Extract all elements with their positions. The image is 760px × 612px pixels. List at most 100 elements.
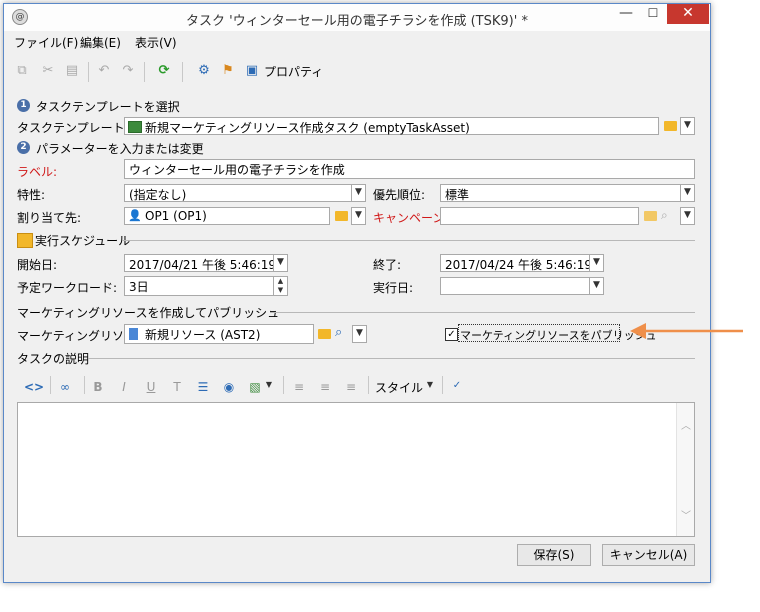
section-2-title: パラメーターを入力または変更 — [36, 142, 204, 156]
step-2-badge: 2 — [17, 141, 30, 154]
nature-value: (指定なし) — [129, 188, 187, 202]
end-date-field[interactable]: 2017/04/24 午後 5:46:19 — [440, 254, 593, 272]
nature-label: 特性: — [17, 188, 46, 202]
campaign-label: キャンペーン: — [373, 211, 449, 225]
cut-icon[interactable]: ✂ — [40, 63, 56, 79]
refresh-icon[interactable]: ⟳ — [156, 63, 172, 79]
resource-value: 新規リソース (AST2) — [145, 328, 261, 342]
schedule-divider — [122, 240, 695, 241]
section-1-title: タスクテンプレートを選択 — [36, 100, 180, 114]
title-bar: @ タスク 'ウィンターセール用の電子チラシを作成 (TSK9)' * — ☐ … — [4, 4, 710, 31]
save-button[interactable]: 保存(S) — [517, 544, 591, 566]
priority-select[interactable]: 標準 — [440, 184, 695, 202]
redo-icon[interactable]: ↷ — [120, 63, 136, 79]
minimize-button[interactable]: — — [613, 4, 639, 24]
toolbar-separator — [144, 62, 145, 82]
publish-checkbox[interactable]: ✓ — [445, 328, 458, 341]
folder-icon[interactable] — [664, 121, 677, 131]
campaign-field[interactable] — [440, 207, 639, 225]
label-field-label: ラベル: — [17, 165, 58, 179]
task-template-field[interactable]: 新規マーケティングリソース作成タスク (emptyTaskAsset) — [124, 117, 659, 135]
toolbar-separator — [182, 62, 183, 82]
assigned-label: 割り当て先: — [17, 211, 82, 225]
publish-section-title: マーケティングリソースを作成してパブリッシュ — [17, 306, 280, 320]
image-dropdown-icon[interactable]: ▼ — [262, 380, 276, 389]
end-date-dropdown[interactable]: ▼ — [589, 254, 604, 272]
maximize-button[interactable]: ☐ — [640, 4, 666, 24]
editor-separator — [50, 376, 51, 394]
scroll-up-icon[interactable]: ︿ — [681, 417, 691, 432]
schedule-title: 実行スケジュール — [35, 234, 131, 248]
undo-icon[interactable]: ↶ — [96, 63, 112, 79]
assigned-dropdown[interactable]: ▼ — [351, 207, 366, 225]
folder-icon[interactable] — [318, 329, 331, 339]
window-title: タスク 'ウィンターセール用の電子チラシを作成 (TSK9)' * — [186, 14, 528, 29]
menu-view[interactable]: 表示(V) — [135, 34, 177, 51]
label-input[interactable]: ウィンターセール用の電子チラシを作成 — [124, 159, 695, 179]
start-date-field[interactable]: 2017/04/21 午後 5:46:19 — [124, 254, 277, 272]
close-button[interactable]: ✕ — [667, 4, 709, 24]
priority-dropdown[interactable]: ▼ — [680, 184, 695, 202]
underline-icon[interactable]: U — [144, 380, 158, 394]
menu-file[interactable]: ファイル(F) — [14, 34, 78, 51]
cancel-button[interactable]: キャンセル(A) — [602, 544, 695, 566]
start-date-dropdown[interactable]: ▼ — [273, 254, 288, 272]
description-title: タスクの説明 — [17, 352, 90, 366]
exec-date-dropdown[interactable]: ▼ — [589, 277, 604, 295]
nature-dropdown[interactable]: ▼ — [351, 184, 366, 202]
start-date-value: 2017/04/21 午後 5:46:19 — [129, 258, 277, 272]
style-select[interactable]: スタイル — [375, 379, 423, 396]
toolbar-separator — [88, 62, 89, 82]
main-toolbar: ⧉ ✂ ▤ ↶ ↷ ⟳ ⚙ ⚑ ▣ プロパティ — [4, 54, 710, 84]
description-divider — [88, 358, 695, 359]
copy-icon[interactable]: ⧉ — [14, 63, 30, 79]
image-icon[interactable]: ▧ — [248, 380, 262, 394]
folder-icon[interactable] — [335, 211, 348, 221]
menu-edit[interactable]: 編集(E) — [80, 34, 121, 51]
end-date-value: 2017/04/24 午後 5:46:19 — [445, 258, 593, 272]
italic-icon[interactable]: I — [117, 380, 131, 394]
paste-icon[interactable]: ▤ — [64, 63, 80, 79]
properties-icon[interactable]: ▣ — [244, 63, 260, 79]
editor-separator — [368, 376, 369, 394]
search-icon[interactable]: ⌕ — [661, 208, 668, 223]
settings-icon[interactable]: ⚙ — [196, 63, 212, 79]
exec-date-label: 実行日: — [373, 281, 414, 295]
align-left-icon[interactable]: ≡ — [292, 380, 306, 394]
style-dropdown-icon[interactable]: ▼ — [423, 380, 437, 389]
align-center-icon[interactable]: ≡ — [318, 380, 332, 394]
priority-label: 優先順位: — [373, 188, 426, 202]
source-code-icon[interactable]: <> — [24, 380, 44, 394]
resource-field[interactable]: 新規リソース (AST2) — [124, 324, 314, 344]
user-icon: 👤 — [128, 209, 142, 222]
menu-bar: ファイル(F) 編集(E) 表示(V) — [4, 31, 710, 51]
spellcheck-icon[interactable]: ✓ — [450, 380, 464, 391]
description-editor[interactable]: ︿ ﹀ — [17, 402, 695, 537]
workflow-icon[interactable]: ⚑ — [220, 63, 236, 79]
template-icon — [128, 121, 142, 133]
resource-dropdown[interactable]: ▼ — [352, 325, 367, 343]
align-right-icon[interactable]: ≡ — [344, 380, 358, 394]
bold-icon[interactable]: B — [91, 380, 105, 394]
workload-stepper[interactable]: ▲ ▼ — [273, 276, 288, 296]
properties-label[interactable]: プロパティ — [264, 63, 323, 80]
scroll-down-icon[interactable]: ﹀ — [681, 507, 691, 522]
clear-format-icon[interactable]: T — [170, 380, 184, 394]
editor-separator — [442, 376, 443, 394]
folder-icon[interactable] — [644, 211, 657, 221]
link-icon[interactable]: ◉ — [222, 380, 236, 394]
campaign-dropdown[interactable]: ▼ — [680, 207, 695, 225]
task-template-dropdown[interactable]: ▼ — [680, 117, 695, 135]
editor-separator — [84, 376, 85, 394]
list-icon[interactable]: ☰ — [196, 380, 210, 394]
assigned-field[interactable]: 👤 OP1 (OP1) — [124, 207, 330, 225]
assigned-value: OP1 (OP1) — [145, 209, 207, 223]
nature-select[interactable]: (指定なし) — [124, 184, 366, 202]
step-1-badge: 1 — [17, 99, 30, 112]
find-icon[interactable]: ∞ — [58, 380, 72, 394]
exec-date-field[interactable] — [440, 277, 590, 295]
calendar-icon — [17, 233, 33, 248]
start-label: 開始日: — [17, 258, 58, 272]
search-icon[interactable]: ⌕ — [335, 325, 342, 340]
workload-field[interactable]: 3日 — [124, 276, 274, 296]
